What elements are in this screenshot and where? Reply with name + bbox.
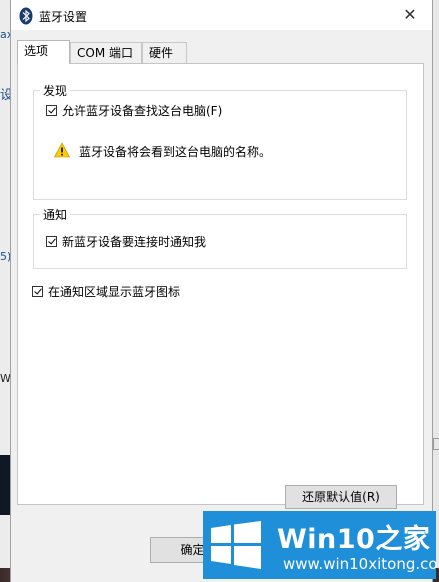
- checkbox-checked-icon: [46, 236, 57, 247]
- background-text: Wi: [0, 372, 10, 385]
- allow-discovery-checkbox[interactable]: 允许蓝牙设备查找这台电脑(F): [46, 102, 222, 119]
- windows-logo-icon: [211, 521, 261, 569]
- title-bar: 蓝牙设置 ✕: [11, 0, 432, 30]
- bluetooth-settings-dialog: 蓝牙设置 ✕ 选项 COM 端口 硬件 发现 允许蓝牙设备查找这台电脑(F) 蓝…: [10, 0, 433, 582]
- watermark: Win10之家 www.win10xitong.com: [203, 511, 439, 579]
- checkbox-checked-icon: [32, 286, 43, 297]
- bluetooth-icon: [19, 7, 33, 25]
- watermark-url: www.win10xitong.com: [283, 555, 439, 573]
- background-desktop-right: [433, 0, 439, 582]
- show-tray-icon-checkbox[interactable]: 在通知区域显示蓝牙图标: [32, 283, 180, 300]
- watermark-brand: Win10之家: [277, 524, 431, 555]
- background-text: 5): [0, 250, 10, 263]
- window-title: 蓝牙设置: [39, 10, 88, 24]
- notification-group: 通知 新蓝牙设备要连接时通知我: [33, 206, 407, 269]
- background-image: [0, 455, 10, 515]
- allow-discovery-label: 允许蓝牙设备查找这台电脑(F): [62, 104, 223, 118]
- discovery-group: 发现 允许蓝牙设备查找这台电脑(F) 蓝牙设备将会看到这台电脑的名称。: [33, 82, 407, 200]
- show-tray-icon-label: 在通知区域显示蓝牙图标: [48, 285, 181, 299]
- background-icon: [433, 438, 439, 450]
- options-panel: 发现 允许蓝牙设备查找这台电脑(F) 蓝牙设备将会看到这台电脑的名称。 通知 新…: [17, 63, 424, 509]
- notify-new-device-label: 新蓝牙设备要连接时通知我: [62, 235, 207, 249]
- background-text: ax: [0, 28, 10, 41]
- warning-text: 蓝牙设备将会看到这台电脑的名称。: [79, 145, 272, 159]
- notify-new-device-checkbox[interactable]: 新蓝牙设备要连接时通知我: [46, 233, 206, 250]
- background-text: 设: [0, 88, 10, 103]
- background-desktop-left: ax 设 5) Wi: [0, 0, 10, 582]
- checkbox-checked-icon: [46, 105, 57, 116]
- tab-options[interactable]: 选项: [17, 40, 70, 64]
- restore-defaults-button[interactable]: 还原默认值(R): [285, 485, 397, 509]
- warning-icon: [54, 142, 70, 158]
- close-button[interactable]: ✕: [396, 3, 424, 27]
- close-icon: ✕: [403, 5, 417, 24]
- tab-com-ports[interactable]: COM 端口: [70, 42, 142, 63]
- tab-hardware[interactable]: 硬件: [142, 42, 187, 63]
- notification-group-title: 通知: [40, 206, 71, 223]
- discovery-group-title: 发现: [40, 82, 71, 99]
